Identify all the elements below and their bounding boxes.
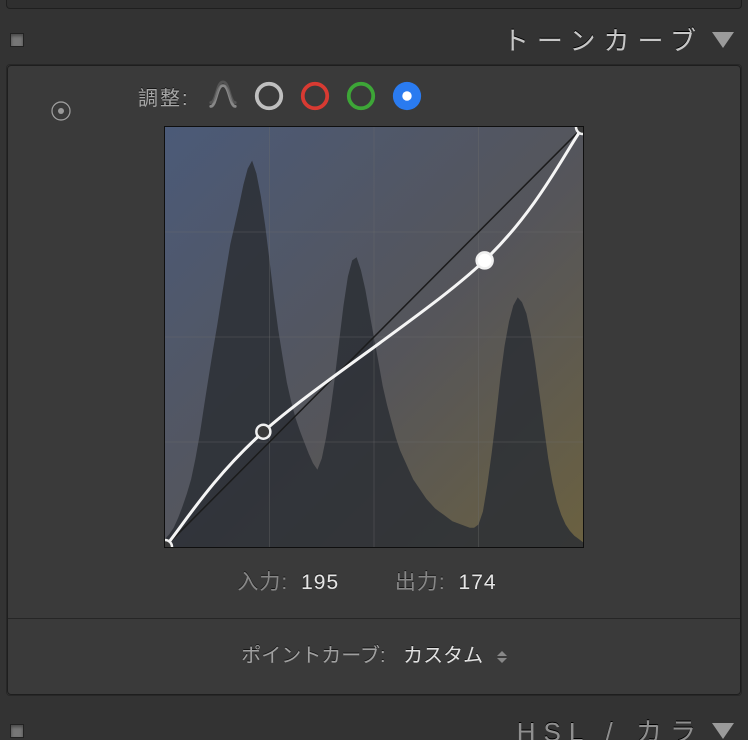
output-value: 174 xyxy=(459,571,497,594)
prev-panel-stub xyxy=(6,0,742,9)
input-label: 入力: xyxy=(237,571,288,594)
channel-red-icon[interactable] xyxy=(299,80,331,112)
adjust-row: 調整: xyxy=(8,80,740,112)
curve-readout: 入力: 195 出力: 174 xyxy=(8,548,740,618)
point-curve-row: ポイントカーブ: カスタム xyxy=(8,618,740,694)
tone-curve-editor[interactable] xyxy=(164,126,584,548)
dropdown-arrows-icon[interactable] xyxy=(497,651,507,663)
point-curve-dropdown[interactable]: カスタム xyxy=(403,645,483,667)
adjust-label: 調整: xyxy=(138,82,190,111)
next-panel-title: HSL / カラ xyxy=(517,712,704,740)
point-curve-label: ポイントカーブ: xyxy=(241,645,385,667)
disclosure-icon[interactable] xyxy=(712,723,734,739)
channel-rgb-icon[interactable] xyxy=(253,80,285,112)
channel-blue-icon[interactable] xyxy=(391,80,423,112)
channel-parametric-icon[interactable] xyxy=(207,80,239,112)
tone-curve-panel: 調整: xyxy=(6,64,742,696)
targeted-adjust-icon[interactable] xyxy=(50,100,72,122)
panel-enable-toggle-hsl[interactable] xyxy=(10,724,24,738)
panel-enable-toggle[interactable] xyxy=(10,33,24,47)
panel-header-tone-curve[interactable]: トーンカーブ xyxy=(0,15,748,64)
tone-curve-svg[interactable] xyxy=(165,127,583,547)
channel-green-icon[interactable] xyxy=(345,80,377,112)
panel-header-hsl[interactable]: HSL / カラ xyxy=(0,706,748,740)
disclosure-icon[interactable] xyxy=(712,32,734,48)
input-value: 195 xyxy=(301,571,339,594)
panel-title: トーンカーブ xyxy=(503,21,704,58)
output-label: 出力: xyxy=(395,571,446,594)
